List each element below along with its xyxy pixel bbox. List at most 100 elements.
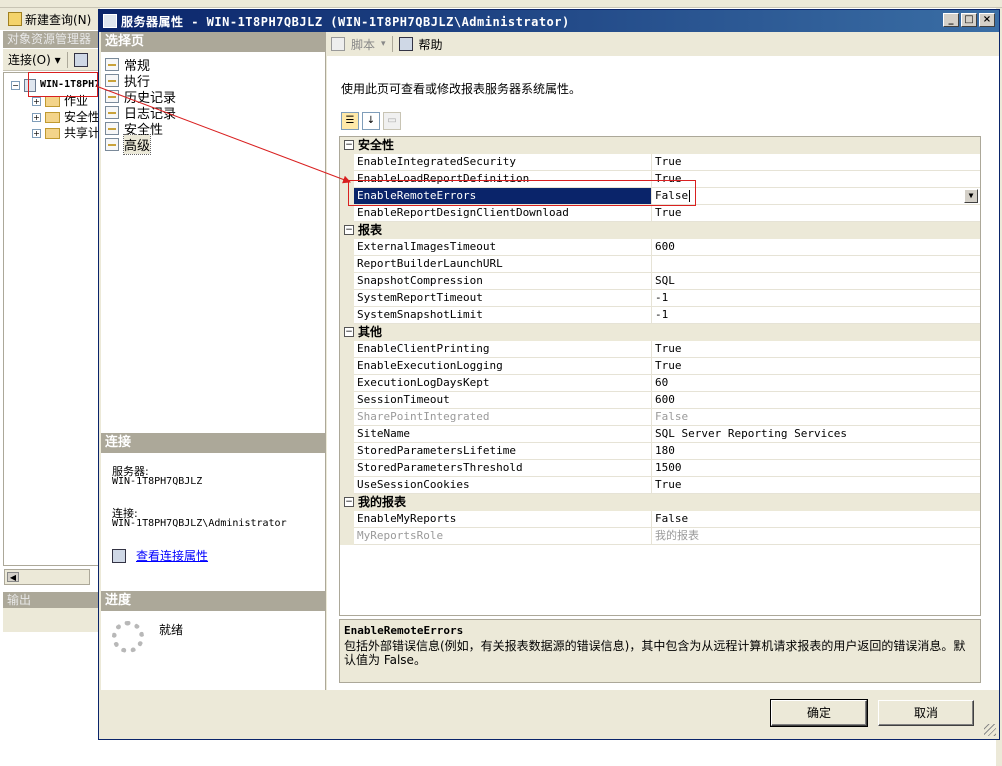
new-query-button[interactable]: 新建查询(N)	[25, 11, 91, 28]
property-row[interactable]: EnableReportDesignClientDownload True	[340, 205, 980, 222]
property-name: UseSessionCookies	[354, 477, 652, 493]
property-value[interactable]: -1	[652, 290, 980, 306]
script-button[interactable]: 脚本	[351, 36, 375, 53]
category-row[interactable]: − 我的报表	[340, 494, 980, 511]
row-gutter	[340, 477, 354, 494]
dropdown-arrow-icon[interactable]: ▼	[964, 189, 978, 203]
collapse-icon[interactable]: −	[344, 140, 354, 150]
horizontal-scrollbar[interactable]: ◀	[4, 569, 90, 585]
property-row[interactable]: MyReportsRole 我的报表	[340, 528, 980, 545]
dialog-titlebar[interactable]: 服务器属性 - WIN-1T8PH7QBJLZ (WIN-1T8PH7QBJLZ…	[99, 10, 999, 32]
expand-icon[interactable]: +	[32, 96, 41, 106]
property-value[interactable]: True	[652, 341, 980, 357]
property-value-text: True	[655, 155, 682, 168]
expand-icon[interactable]: +	[32, 112, 41, 122]
property-value[interactable]: SQL Server Reporting Services	[652, 426, 980, 442]
page-item[interactable]: 高级	[105, 133, 152, 155]
property-value[interactable]: 600	[652, 392, 980, 408]
category-row[interactable]: − 报表	[340, 222, 980, 239]
progress-spinner-icon	[112, 621, 144, 653]
collapse-icon[interactable]: −	[11, 80, 20, 90]
property-row[interactable]: SystemReportTimeout -1	[340, 290, 980, 307]
property-value[interactable]: True	[652, 358, 980, 374]
toolbar-separator	[391, 36, 393, 52]
property-row[interactable]: StoredParametersLifetime 180	[340, 443, 980, 460]
property-row[interactable]: UseSessionCookies True	[340, 477, 980, 494]
property-value[interactable]: -1	[652, 307, 980, 323]
tree-node-shared-schedules[interactable]: + 共享计划	[32, 125, 98, 141]
connect-button[interactable]: 连接(O) ▾	[8, 51, 61, 68]
help-button[interactable]: 帮助	[419, 36, 443, 53]
property-row[interactable]: SessionTimeout 600	[340, 392, 980, 409]
property-value: False	[652, 409, 980, 425]
scroll-left-icon[interactable]: ◀	[7, 572, 19, 582]
property-row[interactable]: SnapshotCompression SQL	[340, 273, 980, 290]
resize-grip-icon[interactable]	[984, 724, 996, 736]
property-name: SharePointIntegrated	[354, 409, 652, 425]
property-row[interactable]: ReportBuilderLaunchURL	[340, 256, 980, 273]
property-value[interactable]: False	[652, 511, 980, 527]
dialog-app-icon	[103, 14, 117, 28]
property-value-editor[interactable]: False ▼	[652, 188, 980, 204]
property-row[interactable]: SiteName SQL Server Reporting Services	[340, 426, 980, 443]
property-value[interactable]: SQL	[652, 273, 980, 289]
property-value[interactable]: True	[652, 154, 980, 170]
object-explorer-tree[interactable]: − WIN-1T8PH7QBJLZ + 作业 + 安全性 + 共享计划	[3, 72, 99, 566]
property-value[interactable]: True	[652, 171, 980, 187]
dialog-title: 服务器属性 - WIN-1T8PH7QBJLZ (WIN-1T8PH7QBJLZ…	[121, 14, 570, 29]
row-gutter	[340, 290, 354, 307]
property-row[interactable]: SystemSnapshotLimit -1	[340, 307, 980, 324]
categorized-icon[interactable]: ☰	[341, 112, 359, 130]
chevron-down-icon[interactable]: ▾	[381, 39, 386, 49]
view-connection-properties-link[interactable]: 查看连接属性	[136, 547, 208, 564]
property-value: 我的报表	[652, 528, 980, 544]
property-value[interactable]: 180	[652, 443, 980, 459]
property-row[interactable]: SharePointIntegrated False	[340, 409, 980, 426]
property-row[interactable]: EnableRemoteErrors False ▼	[340, 188, 980, 205]
property-value[interactable]: 600	[652, 239, 980, 255]
page-icon	[105, 73, 119, 87]
property-value[interactable]: 60	[652, 375, 980, 391]
ok-button[interactable]: 确定	[770, 699, 868, 727]
property-row[interactable]: EnableExecutionLogging True	[340, 358, 980, 375]
category-row[interactable]: − 其他	[340, 324, 980, 341]
server-properties-dialog: 服务器属性 - WIN-1T8PH7QBJLZ (WIN-1T8PH7QBJLZ…	[98, 9, 1000, 740]
category-row[interactable]: − 安全性	[340, 137, 980, 154]
property-row[interactable]: EnableLoadReportDefinition True	[340, 171, 980, 188]
property-value-text: True	[655, 172, 682, 185]
output-title: 输出	[3, 592, 99, 608]
property-row[interactable]: EnableIntegratedSecurity True	[340, 154, 980, 171]
cancel-button[interactable]: 取消	[878, 700, 974, 726]
minimize-button[interactable]: _	[943, 13, 959, 27]
view-connection-properties[interactable]: 查看连接属性	[112, 547, 208, 564]
tree-node-jobs[interactable]: + 作业	[32, 93, 88, 109]
property-row[interactable]: ExternalImagesTimeout 600	[340, 239, 980, 256]
property-value[interactable]: 1500	[652, 460, 980, 476]
menu-bar-strip	[0, 0, 1002, 8]
property-value[interactable]: True	[652, 477, 980, 493]
sort-alphabetical-icon[interactable]: ↓	[362, 112, 380, 130]
tree-node-server[interactable]: − WIN-1T8PH7QBJLZ	[11, 77, 98, 93]
close-button[interactable]: ×	[979, 13, 995, 27]
property-value[interactable]: True	[652, 205, 980, 221]
page-item-label: 高级	[122, 133, 152, 155]
property-value[interactable]	[652, 256, 980, 272]
collapse-icon[interactable]: −	[344, 497, 354, 507]
property-value-text: False	[655, 189, 689, 202]
property-row[interactable]: EnableClientPrinting True	[340, 341, 980, 358]
property-row[interactable]: EnableMyReports False	[340, 511, 980, 528]
property-name: EnableExecutionLogging	[354, 358, 652, 374]
maximize-button[interactable]: □	[961, 13, 977, 27]
tree-node-security[interactable]: + 安全性	[32, 109, 98, 125]
connect-object-icon[interactable]	[73, 52, 88, 67]
progress-section-title: 进度	[101, 591, 326, 611]
property-name: EnableClientPrinting	[354, 341, 652, 357]
collapse-icon[interactable]: −	[344, 225, 354, 235]
object-explorer-toolbar: 连接(O) ▾	[3, 49, 99, 71]
script-icon	[331, 37, 345, 51]
collapse-icon[interactable]: −	[344, 327, 354, 337]
property-grid[interactable]: − 安全性 EnableIntegratedSecurity True EnableLo…	[339, 136, 981, 616]
property-row[interactable]: ExecutionLogDaysKept 60	[340, 375, 980, 392]
property-row[interactable]: StoredParametersThreshold 1500	[340, 460, 980, 477]
expand-icon[interactable]: +	[32, 128, 41, 138]
